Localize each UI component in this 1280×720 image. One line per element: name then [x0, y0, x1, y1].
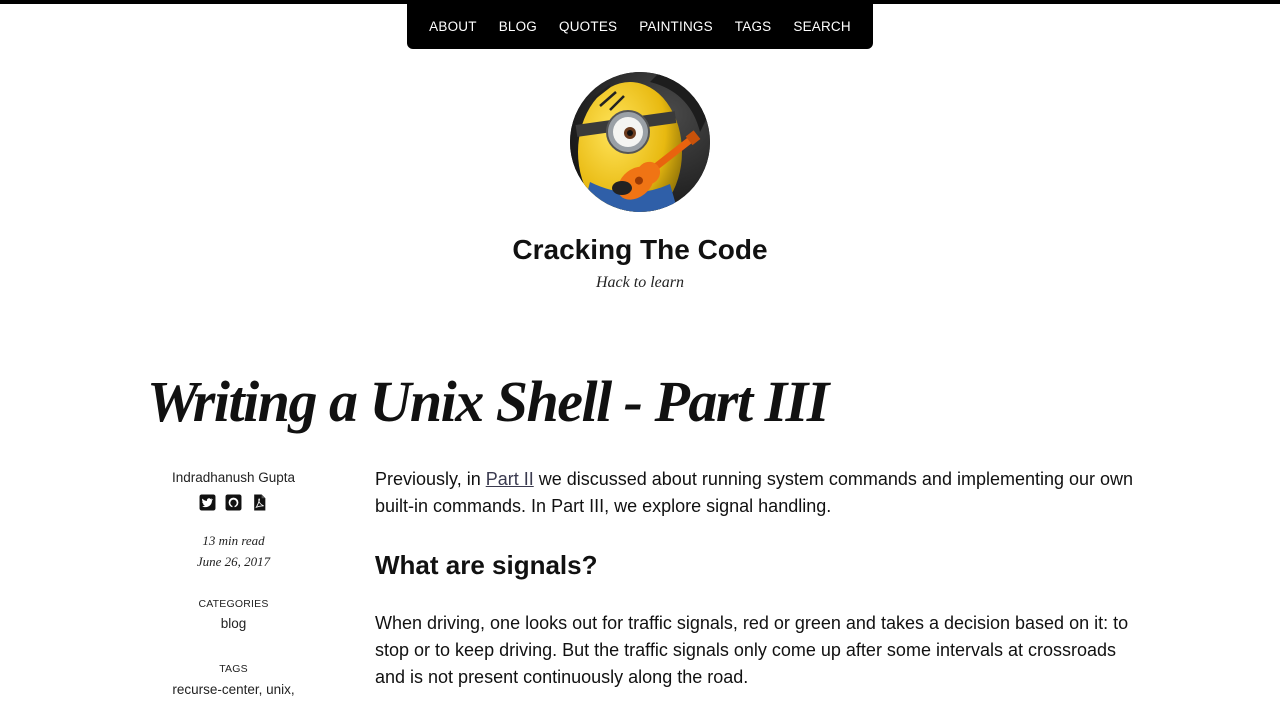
site-avatar[interactable] [570, 72, 710, 212]
section-heading-signals: What are signals? [375, 550, 598, 580]
tags-label: TAGS [219, 663, 248, 675]
site-title[interactable]: Cracking The Code [0, 234, 1280, 266]
part-ii-link[interactable]: Part II [486, 469, 534, 489]
nav-quotes[interactable]: QUOTES [548, 4, 628, 49]
category-link-blog[interactable]: blog [143, 616, 324, 631]
nav-tags[interactable]: TAGS [724, 4, 783, 49]
main-nav: ABOUT BLOG QUOTES PAINTINGS TAGS SEARCH [407, 4, 873, 49]
post-date: June 26, 2017 [196, 554, 271, 569]
tag-link[interactable]: recurse-center [172, 682, 258, 697]
tag-list: recurse-center, unix, [172, 682, 295, 697]
nav-blog[interactable]: BLOG [488, 4, 548, 49]
minion-with-guitar-avatar [570, 72, 710, 212]
categories-label: CATEGORIES [198, 598, 269, 610]
nav-about[interactable]: ABOUT [418, 4, 488, 49]
post-sidebar: Indradhanush Gupta 13 min read June 26, … [143, 468, 324, 697]
pdf-icon[interactable] [251, 494, 268, 511]
post-content: Previously, in Part II we discussed abou… [375, 466, 1150, 691]
site-tagline: Hack to learn [596, 274, 684, 291]
nav-paintings[interactable]: PAINTINGS [628, 4, 724, 49]
tag-link[interactable]: unix [266, 682, 291, 697]
github-icon[interactable] [225, 494, 242, 511]
intro-text-before: Previously, in [375, 469, 486, 489]
social-links [143, 494, 324, 511]
signals-paragraph: When driving, one looks out for traffic … [375, 613, 1129, 687]
twitter-icon[interactable] [199, 494, 216, 511]
nav-search[interactable]: SEARCH [782, 4, 861, 49]
post-title: Writing a Unix Shell - Part III [147, 369, 829, 434]
read-time: 13 min read [202, 533, 265, 548]
author-name: Indradhanush Gupta [171, 470, 296, 485]
intro-paragraph: Previously, in Part II we discussed abou… [375, 466, 1150, 520]
